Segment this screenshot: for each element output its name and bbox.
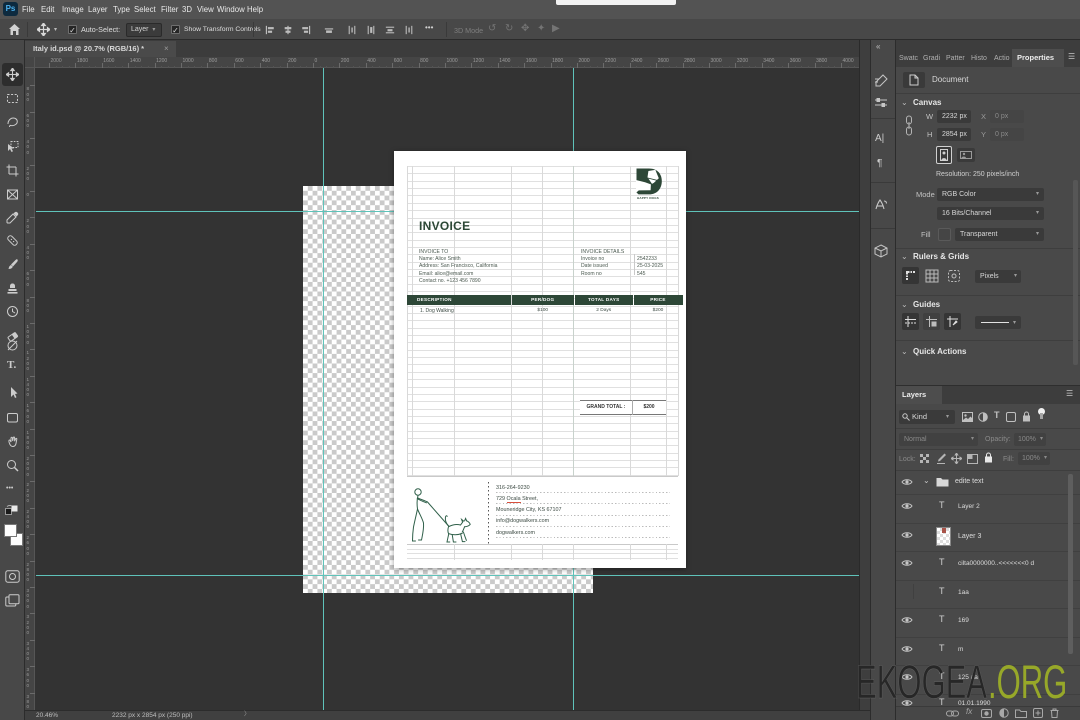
svg-text:.ORG: .ORG <box>988 657 1067 709</box>
svg-text:EKOGEA: EKOGEA <box>856 657 987 709</box>
